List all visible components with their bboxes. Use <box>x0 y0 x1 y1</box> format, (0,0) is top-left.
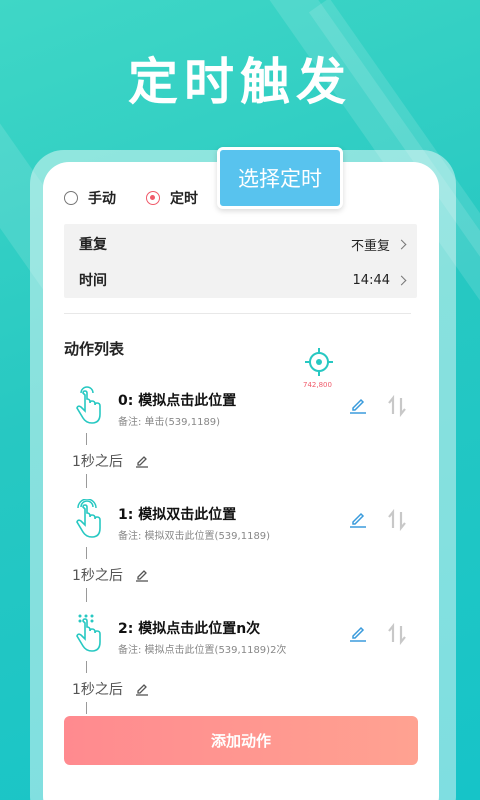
app-screen: 定时触发 选择定时 手动 定时 重复 不重复 时间 14:44 动作列表 742… <box>0 0 480 800</box>
connector-line <box>86 433 87 445</box>
edit-icon[interactable] <box>135 568 149 582</box>
connector-line <box>86 474 87 488</box>
hero-title: 定时触发 <box>128 53 352 111</box>
delay-text: 1秒之后 <box>72 682 123 698</box>
action-item[interactable]: 0: 模拟点击此位置 备注: 单击(539,1189) <box>64 385 420 455</box>
time-label: 时间 <box>79 273 107 289</box>
chevron-right-icon <box>396 275 407 285</box>
edit-icon[interactable] <box>349 624 367 642</box>
sort-icon[interactable] <box>386 623 408 645</box>
connector-line <box>86 547 87 559</box>
radio-unchecked-icon <box>64 191 78 205</box>
delay-row[interactable]: 1秒之后 <box>72 565 149 585</box>
action-note: 备注: 模拟点击此位置(539,1189)2次 <box>118 645 287 656</box>
action-note: 备注: 模拟双击此位置(539,1189) <box>118 531 271 542</box>
tap-hand-icon <box>76 386 101 424</box>
edit-icon[interactable] <box>135 454 149 468</box>
time-row[interactable]: 时间 14:44 <box>79 270 407 290</box>
connector-line <box>86 588 87 602</box>
time-value-text: 14:44 <box>352 272 390 288</box>
repeat-value: 不重复 <box>350 235 407 254</box>
edit-icon[interactable] <box>135 682 149 696</box>
select-timer-tooltip: 选择定时 <box>217 147 343 209</box>
multi-tap-hand-icon <box>76 614 101 652</box>
time-value: 14:44 <box>352 272 407 288</box>
crosshair-target-icon[interactable] <box>304 347 334 377</box>
delay-text: 1秒之后 <box>72 568 123 584</box>
trigger-mode-group: 手动 定时 <box>64 188 228 208</box>
divider <box>64 313 411 314</box>
sort-icon[interactable] <box>386 395 408 417</box>
connector-line <box>86 661 87 673</box>
delay-row[interactable]: 1秒之后 <box>72 451 149 471</box>
radio-timer-label: 定时 <box>170 191 198 207</box>
edit-icon[interactable] <box>349 510 367 528</box>
action-note: 备注: 单击(539,1189) <box>118 417 221 428</box>
repeat-label: 重复 <box>79 237 107 253</box>
sort-icon[interactable] <box>386 509 408 531</box>
repeat-row[interactable]: 重复 不重复 <box>79 234 407 254</box>
double-tap-hand-icon <box>76 499 101 538</box>
radio-manual[interactable]: 手动 <box>64 188 116 208</box>
action-item[interactable]: 1: 模拟双击此位置 备注: 模拟双击此位置(539,1189) <box>64 499 420 569</box>
connector-line <box>86 702 87 714</box>
action-title: 0: 模拟点击此位置 <box>118 393 237 409</box>
action-list-title: 动作列表 <box>64 340 125 358</box>
action-title: 2: 模拟点击此位置n次 <box>118 621 261 637</box>
delay-text: 1秒之后 <box>72 454 123 470</box>
action-title: 1: 模拟双击此位置 <box>118 507 237 523</box>
add-action-button[interactable]: 添加动作 <box>64 716 418 765</box>
delay-row[interactable]: 1秒之后 <box>72 679 149 699</box>
edit-icon[interactable] <box>349 396 367 414</box>
action-item[interactable]: 2: 模拟点击此位置n次 备注: 模拟点击此位置(539,1189)2次 <box>64 613 420 683</box>
radio-manual-label: 手动 <box>88 191 116 207</box>
timer-settings-panel: 重复 不重复 时间 14:44 <box>64 224 417 298</box>
repeat-value-text: 不重复 <box>350 238 390 254</box>
chevron-right-icon <box>396 239 407 249</box>
radio-checked-icon <box>146 191 160 205</box>
radio-timer[interactable]: 定时 <box>146 188 198 208</box>
